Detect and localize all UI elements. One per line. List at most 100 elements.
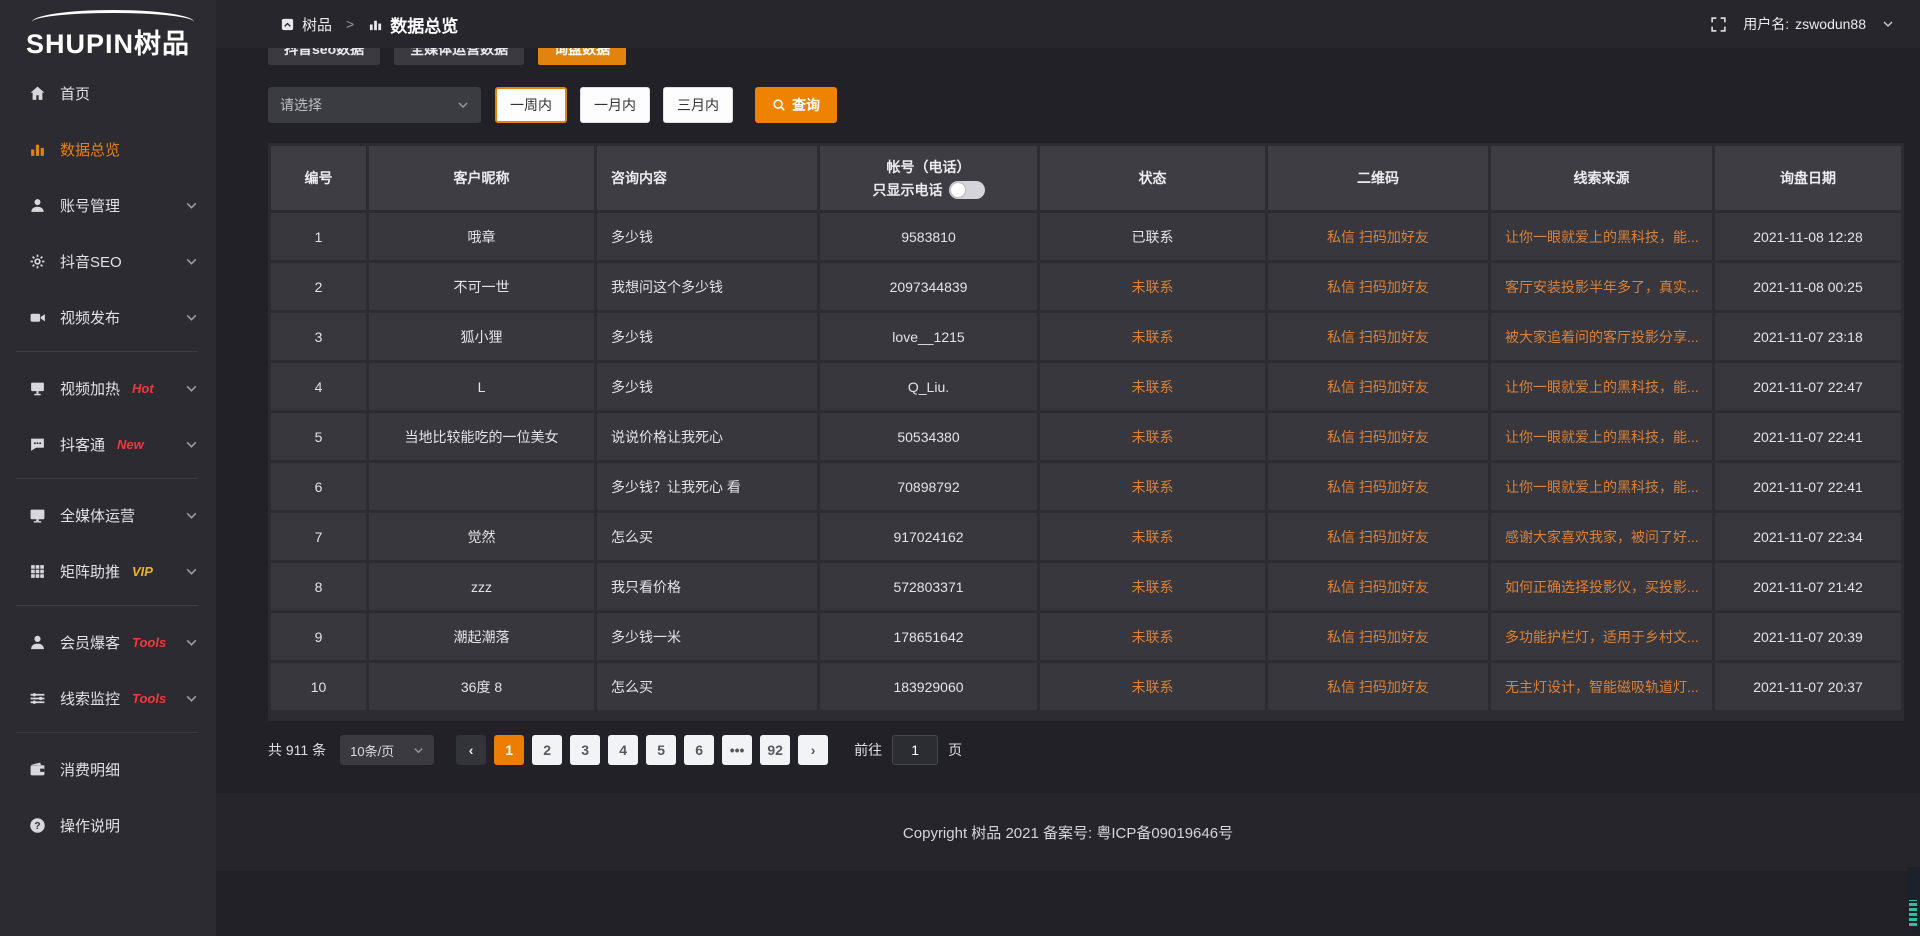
cell-content: 说说价格让我死心: [597, 413, 817, 460]
sidebar-item-label: 全媒体运营: [60, 505, 135, 526]
sidebar-item-0[interactable]: 首页: [0, 71, 216, 115]
sidebar-item-badge: VIP: [132, 564, 153, 579]
sidebar-item-3[interactable]: 抖音SEO: [0, 239, 216, 283]
cell-id: 3: [271, 313, 366, 360]
cell-content: 多少钱？让我死心 看: [597, 463, 817, 510]
sidebar-item-badge: Tools: [132, 635, 166, 650]
sidebar-item-7[interactable]: 全媒体运营: [0, 493, 216, 537]
search-button-label: 查询: [792, 95, 820, 115]
col-header-account: 帐号（电话） 只显示电话: [820, 146, 1037, 210]
inquiry-table: 编号 客户昵称 咨询内容 帐号（电话） 只显示电话 状态 二维码 线索来源 询盘…: [268, 143, 1904, 721]
cell-qrcode-links[interactable]: 私信 扫码加好友: [1268, 313, 1488, 360]
cell-content: 多少钱一米: [597, 613, 817, 660]
page-size-select[interactable]: 10条/页: [340, 735, 434, 765]
cell-qrcode-links[interactable]: 私信 扫码加好友: [1268, 363, 1488, 410]
cell-source-link[interactable]: 无主灯设计，智能磁吸轨道灯...: [1491, 663, 1712, 710]
range-button-2[interactable]: 三月内: [663, 87, 733, 123]
sidebar-item-2[interactable]: 账号管理: [0, 183, 216, 227]
sidebar-item-label: 消费明细: [60, 759, 120, 780]
cell-qrcode-links[interactable]: 私信 扫码加好友: [1268, 613, 1488, 660]
cell-qrcode-links[interactable]: 私信 扫码加好友: [1268, 263, 1488, 310]
page-button-1[interactable]: 1: [494, 735, 524, 765]
range-button-0[interactable]: 一周内: [495, 87, 567, 123]
fullscreen-icon[interactable]: [1710, 16, 1727, 33]
username[interactable]: zswodun88: [1795, 16, 1866, 32]
table-row: 8 zzz 我只看价格 572803371 未联系 私信 扫码加好友 如何正确选…: [271, 563, 1901, 610]
cell-id: 6: [271, 463, 366, 510]
monitor-icon: [28, 379, 46, 397]
cell-qrcode-links[interactable]: 私信 扫码加好友: [1268, 463, 1488, 510]
table-row: 1 哦章 多少钱 9583810 已联系 私信 扫码加好友 让你一眼就爱上的黑科…: [271, 213, 1901, 260]
goto-page-input[interactable]: [892, 735, 938, 765]
col-header-qrcode: 二维码: [1268, 146, 1488, 210]
chevron-down-icon: [413, 745, 424, 756]
cell-source-link[interactable]: 让你一眼就爱上的黑科技，能...: [1491, 213, 1712, 260]
range-buttons: 一周内一月内三月内: [495, 87, 733, 123]
cell-qrcode-links[interactable]: 私信 扫码加好友: [1268, 663, 1488, 710]
cell-date: 2021-11-07 22:41: [1715, 413, 1901, 460]
cell-qrcode-links[interactable]: 私信 扫码加好友: [1268, 413, 1488, 460]
chevron-down-icon: [185, 565, 198, 578]
cell-source-link[interactable]: 让你一眼就爱上的黑科技，能...: [1491, 363, 1712, 410]
filter-select[interactable]: 请选择: [268, 87, 481, 123]
cell-nickname: 潮起潮落: [369, 613, 594, 660]
cell-source-link[interactable]: 多功能护栏灯，适用于乡村文...: [1491, 613, 1712, 660]
page-button-2[interactable]: 2: [532, 735, 562, 765]
cell-source-link[interactable]: 感谢大家喜欢我家，被问了好...: [1491, 513, 1712, 560]
pagination: 共 911 条 10条/页 ‹ 123456•••92 › 前往 页: [268, 735, 1904, 765]
table-body: 1 哦章 多少钱 9583810 已联系 私信 扫码加好友 让你一眼就爱上的黑科…: [271, 213, 1901, 710]
sidebar-item-10[interactable]: 线索监控 Tools: [0, 676, 216, 720]
cell-nickname: 觉然: [369, 513, 594, 560]
sidebar-item-8[interactable]: 矩阵助推 VIP: [0, 549, 216, 593]
board-icon: [280, 17, 295, 32]
sidebar-item-6[interactable]: 抖客通 New: [0, 422, 216, 466]
next-page-button[interactable]: ›: [798, 735, 828, 765]
cell-source-link[interactable]: 让你一眼就爱上的黑科技，能...: [1491, 463, 1712, 510]
cell-source-link[interactable]: 让你一眼就爱上的黑科技，能...: [1491, 413, 1712, 460]
cell-id: 8: [271, 563, 366, 610]
page-button-5[interactable]: 5: [646, 735, 676, 765]
cell-source-link[interactable]: 客厅安装投影半年多了，真实...: [1491, 263, 1712, 310]
table-row: 5 当地比较能吃的一位美女 说说价格让我死心 50534380 未联系 私信 扫…: [271, 413, 1901, 460]
cell-content: 怎么买: [597, 513, 817, 560]
cell-qrcode-links[interactable]: 私信 扫码加好友: [1268, 513, 1488, 560]
home-icon: [28, 84, 46, 102]
page-button-4[interactable]: 4: [608, 735, 638, 765]
sidebar-item-11[interactable]: 消费明细: [0, 747, 216, 791]
phone-only-toggle[interactable]: [949, 181, 985, 199]
search-button[interactable]: 查询: [755, 87, 837, 123]
sidebar-item-badge: Tools: [132, 691, 166, 706]
sidebar-item-1[interactable]: 数据总览: [0, 127, 216, 171]
sidebar-item-9[interactable]: 会员爆客 Tools: [0, 620, 216, 664]
prev-page-button[interactable]: ‹: [456, 735, 486, 765]
cell-account: 183929060: [820, 663, 1037, 710]
sidebar-item-5[interactable]: 视频加热 Hot: [0, 366, 216, 410]
sidebar-item-4[interactable]: 视频发布: [0, 295, 216, 339]
page-button-3[interactable]: 3: [570, 735, 600, 765]
table-row: 6 多少钱？让我死心 看 70898792 未联系 私信 扫码加好友 让你一眼就…: [271, 463, 1901, 510]
breadcrumb: 树品 > 数据总览: [280, 12, 458, 37]
corner-widget[interactable]: [1907, 867, 1920, 931]
breadcrumb-root[interactable]: 树品: [302, 14, 332, 35]
cell-source-link[interactable]: 被大家追着问的客厅投影分享...: [1491, 313, 1712, 360]
col-header-content: 咨询内容: [597, 146, 817, 210]
cell-content: 多少钱: [597, 363, 817, 410]
cell-qrcode-links[interactable]: 私信 扫码加好友: [1268, 563, 1488, 610]
cell-id: 7: [271, 513, 366, 560]
page-button-•••[interactable]: •••: [722, 735, 752, 765]
col-header-account-title: 帐号（电话）: [820, 157, 1037, 177]
sidebar-item-label: 线索监控: [60, 688, 120, 709]
gear-icon: [28, 252, 46, 270]
page-button-92[interactable]: 92: [760, 735, 790, 765]
sidebar-item-label: 视频发布: [60, 307, 120, 328]
chevron-down-icon[interactable]: [1882, 18, 1894, 30]
cell-source-link[interactable]: 如何正确选择投影仪，买投影...: [1491, 563, 1712, 610]
cell-account: 572803371: [820, 563, 1037, 610]
sidebar-item-12[interactable]: ? 操作说明: [0, 803, 216, 847]
page-size-value: 10条/页: [350, 741, 394, 760]
range-button-1[interactable]: 一月内: [580, 87, 650, 123]
cell-qrcode-links[interactable]: 私信 扫码加好友: [1268, 213, 1488, 260]
cell-content: 怎么买: [597, 663, 817, 710]
page-button-6[interactable]: 6: [684, 735, 714, 765]
bar-chart-icon: [368, 17, 383, 32]
